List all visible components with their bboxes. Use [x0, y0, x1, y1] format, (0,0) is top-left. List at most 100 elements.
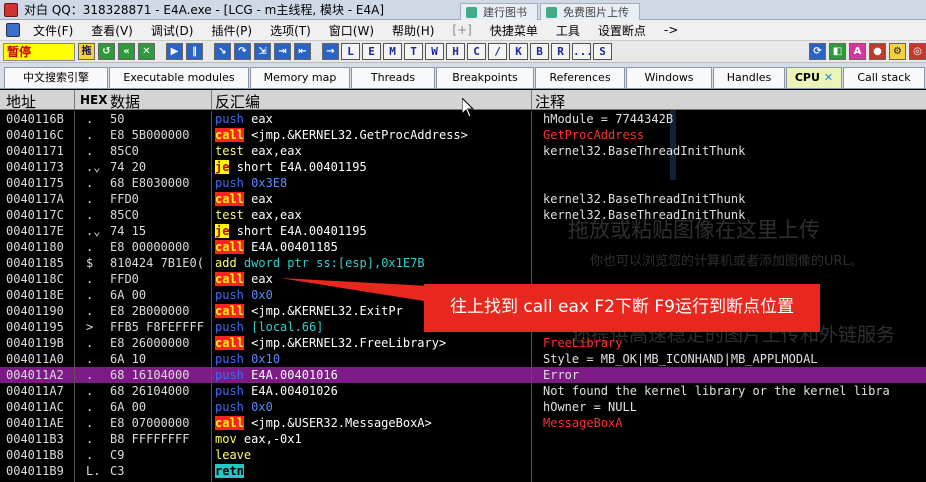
- step-over-icon[interactable]: ↷: [234, 43, 251, 60]
- row-operand: eax: [251, 272, 273, 286]
- app-menu-icon[interactable]: [6, 23, 20, 37]
- open-icon[interactable]: 拖: [78, 43, 95, 60]
- table-row[interactable]: 0040116C. E8 5B000000 call <jmp.&KERNEL32.…: [0, 127, 926, 143]
- row-hex-bytes: C9: [110, 448, 125, 462]
- tab-cpu[interactable]: CPU ✕: [786, 67, 842, 88]
- close-icon[interactable]: ✕: [824, 71, 833, 84]
- table-row[interactable]: 00401185 $810424 7B1E0(add dword ptr ss:[…: [0, 255, 926, 271]
- table-row[interactable]: 0040117A. FFD0 call eax kernel32.BaseThread…: [0, 191, 926, 207]
- row-disassembly: je short E4A.00401195: [215, 223, 367, 239]
- menu-window[interactable]: 窗口(W): [320, 22, 383, 39]
- tab-cpu-label: CPU: [794, 71, 820, 84]
- modules-window-button[interactable]: E: [362, 43, 381, 60]
- close-debug-icon[interactable]: ✕: [138, 43, 155, 60]
- row-mnemonic: push: [215, 400, 244, 414]
- table-row[interactable]: 004011A0. 6A 10 push 0x10 Style = MB_OK|MB_…: [0, 351, 926, 367]
- row-operand: eax,-0x1: [243, 432, 302, 446]
- col-hex-flag[interactable]: HEX: [80, 93, 108, 107]
- table-row[interactable]: 004011A7. 68 26104000 push E4A.00401026 Not…: [0, 383, 926, 399]
- tab-handles[interactable]: Handles: [713, 67, 785, 88]
- tab-call-stack[interactable]: Call stack: [843, 67, 925, 88]
- browser-tab-1[interactable]: 建行图书: [460, 3, 538, 20]
- tab-windows[interactable]: Windows: [626, 67, 712, 88]
- log-window-button[interactable]: L: [341, 43, 360, 60]
- tab-breakpoints[interactable]: Breakpoints: [436, 67, 534, 88]
- plugin-icon-1[interactable]: ◧: [829, 43, 846, 60]
- row-address: 00401171: [6, 144, 64, 158]
- execute-till-return-icon[interactable]: ⇤: [294, 43, 311, 60]
- row-disassembly: push 0x0: [215, 287, 273, 303]
- target-icon[interactable]: ◎: [909, 43, 926, 60]
- trace-over-icon[interactable]: ⇥: [274, 43, 291, 60]
- patches-window-button[interactable]: /: [488, 43, 507, 60]
- cpu-window-button[interactable]: C: [467, 43, 486, 60]
- row-hex-bytes: FFB5 F8FEFFFF: [110, 320, 204, 334]
- menu-bar: 文件(F) 查看(V) 调试(D) 插件(P) 选项(T) 窗口(W) 帮助(H…: [0, 20, 926, 41]
- table-row[interactable]: 0040117E .⌄ 74 15 je short E4A.00401195: [0, 223, 926, 239]
- row-operand: E4A.00401016: [251, 368, 338, 382]
- restart-icon[interactable]: ↺: [98, 43, 115, 60]
- col-address[interactable]: 地址: [6, 91, 36, 112]
- record-icon[interactable]: ●: [869, 43, 886, 60]
- windows-window-button[interactable]: W: [425, 43, 444, 60]
- row-mnemonic: push: [215, 176, 244, 190]
- table-row[interactable]: 004011A2. 68 16104000 push E4A.00401016 Err…: [0, 367, 926, 383]
- run-trace-window-button[interactable]: ...: [572, 43, 593, 60]
- menu-options[interactable]: 选项(T): [261, 22, 320, 39]
- tab-memory-map[interactable]: Memory map: [250, 67, 350, 88]
- browser-tab-2[interactable]: 免费图片上传: [540, 3, 640, 20]
- menu-view[interactable]: 查看(V): [82, 22, 142, 39]
- threads-window-button[interactable]: T: [404, 43, 423, 60]
- menu-plus[interactable]: [+]: [443, 23, 480, 37]
- tab-threads[interactable]: Threads: [351, 67, 435, 88]
- table-row[interactable]: 004011AC. 6A 00 push 0x0 hOwner = NULL: [0, 399, 926, 415]
- table-row[interactable]: 004011B9 L. C3 retn: [0, 463, 926, 479]
- menu-debug[interactable]: 调试(D): [142, 22, 203, 39]
- menu-set-breakpoint[interactable]: 设置断点: [589, 22, 655, 39]
- plugin-icon-a[interactable]: A: [849, 43, 866, 60]
- callstack-window-button[interactable]: K: [509, 43, 528, 60]
- tab-chinese-search[interactable]: 中文搜索引擎: [4, 67, 108, 88]
- table-row[interactable]: 00401171. 85C0 test eax,eax kernel32.BaseTh…: [0, 143, 926, 159]
- row-operand: E4A.00401026: [251, 384, 338, 398]
- source-window-button[interactable]: S: [593, 43, 612, 60]
- row-mnemonic: leave: [215, 448, 252, 462]
- table-row[interactable]: 004011B3. B8 FFFFFFFF mov eax,-0x1: [0, 431, 926, 447]
- menu-help[interactable]: 帮助(H): [383, 22, 443, 39]
- row-address: 0040117E: [6, 224, 64, 238]
- table-row[interactable]: 004011B8. C9 leave: [0, 447, 926, 463]
- col-hex[interactable]: 数据: [110, 91, 140, 112]
- step-into-icon[interactable]: ↘: [214, 43, 231, 60]
- row-disassembly: push 0x10: [215, 351, 280, 367]
- pause-icon[interactable]: ‖: [186, 43, 203, 60]
- tab-references[interactable]: References: [535, 67, 625, 88]
- menu-shortcut[interactable]: 快捷菜单: [481, 22, 547, 39]
- refresh-icon[interactable]: ⟳: [809, 43, 826, 60]
- row-disassembly: push E4A.00401016: [215, 367, 338, 383]
- row-jump-marker: .: [86, 400, 94, 414]
- table-row[interactable]: 00401180. E8 00000000 call E4A.00401185: [0, 239, 926, 255]
- handles-window-button[interactable]: H: [446, 43, 465, 60]
- table-row[interactable]: 00401173 .⌄ 74 20 je short E4A.00401195: [0, 159, 926, 175]
- breakpoints-window-button[interactable]: B: [530, 43, 549, 60]
- run-icon[interactable]: ▶: [166, 43, 183, 60]
- table-row[interactable]: 0040117C. 85C0 test eax,eax kernel32.BaseTh…: [0, 207, 926, 223]
- memory-window-button[interactable]: M: [383, 43, 402, 60]
- menu-tools[interactable]: 工具: [547, 22, 589, 39]
- settings-icon[interactable]: ⚙: [889, 43, 906, 60]
- menu-arrow[interactable]: ->: [655, 23, 687, 37]
- menu-file[interactable]: 文件(F): [24, 22, 82, 39]
- row-hex-bytes: E8 2B000000: [110, 304, 190, 318]
- tab-executable-modules[interactable]: Executable modules: [109, 67, 249, 88]
- col-disassembly[interactable]: 反汇编: [215, 91, 260, 112]
- rewind-icon[interactable]: «: [118, 43, 135, 60]
- goto-icon[interactable]: →: [322, 43, 339, 60]
- table-row[interactable]: 004011AE. E8 07000000 call <jmp.&USER32.Me…: [0, 415, 926, 431]
- col-comment[interactable]: 注释: [535, 91, 565, 112]
- row-operand: 0x0: [251, 288, 273, 302]
- table-row[interactable]: 0040119B. E8 26000000 call <jmp.&KERNEL32.…: [0, 335, 926, 351]
- table-row[interactable]: 00401175. 68 E8030000 push 0x3E8: [0, 175, 926, 191]
- references-window-button[interactable]: R: [551, 43, 570, 60]
- menu-plugins[interactable]: 插件(P): [202, 22, 261, 39]
- trace-into-icon[interactable]: ⇲: [254, 43, 271, 60]
